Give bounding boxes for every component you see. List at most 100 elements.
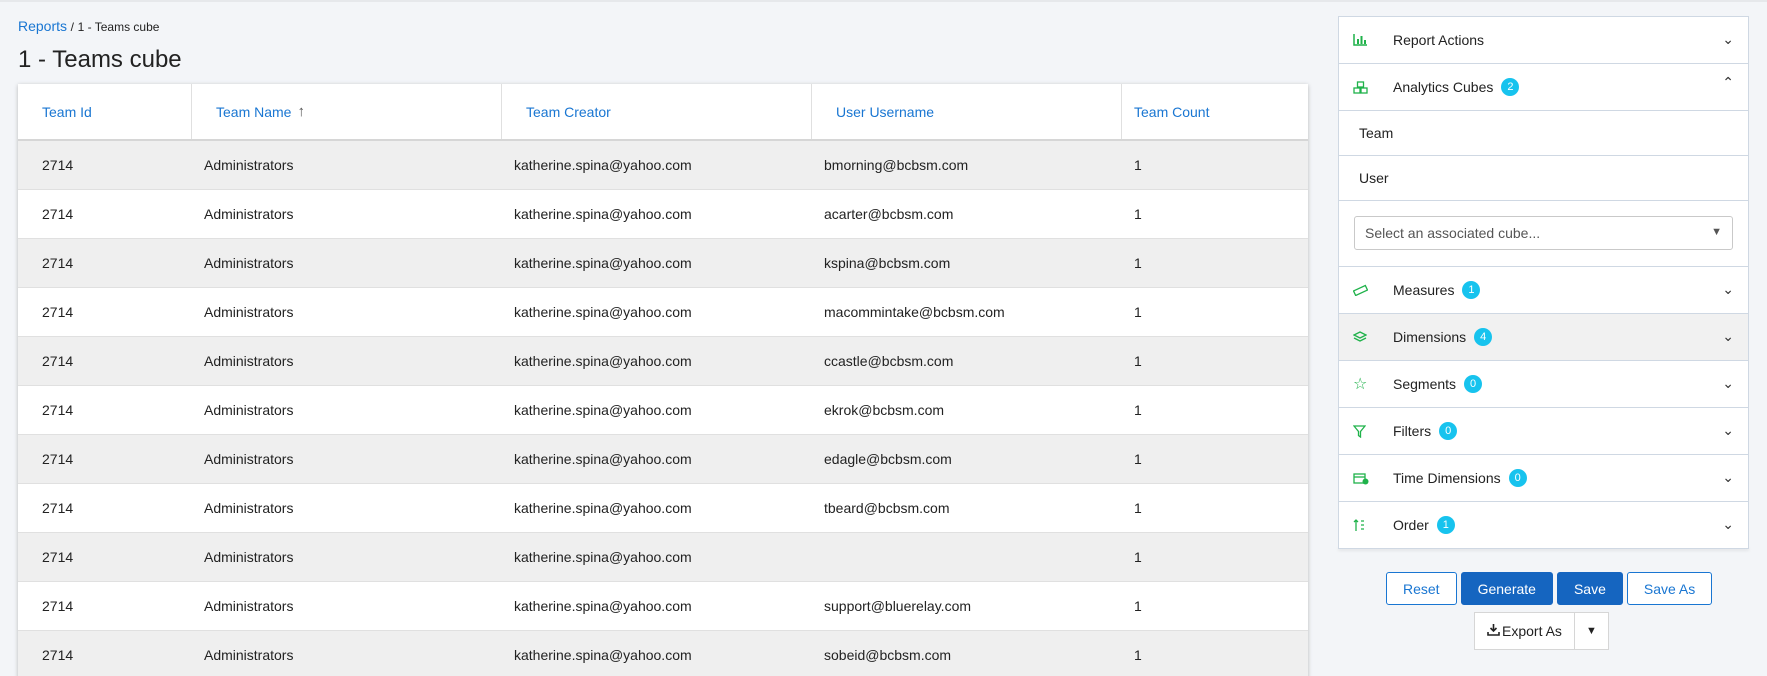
team-count-cell: 1 xyxy=(1134,206,1142,222)
filters-section[interactable]: Filters 0 ⌄ xyxy=(1338,407,1749,454)
team-name-cell: Administrators xyxy=(204,206,294,222)
reset-button[interactable]: Reset xyxy=(1386,572,1457,605)
dimensions-count-badge: 4 xyxy=(1474,328,1493,346)
arrow-up-icon: ↑ xyxy=(297,103,305,120)
export-options-caret[interactable]: ▼ xyxy=(1574,612,1609,650)
team-count-cell: 1 xyxy=(1134,647,1142,663)
results-table: Team Id Team Name ↑ Team Creator User Us… xyxy=(18,84,1308,676)
caret-down-icon: ▼ xyxy=(1585,625,1597,637)
breadcrumb-current: 1 - Teams cube xyxy=(77,20,160,34)
chevron-down-icon: ⌄ xyxy=(1722,422,1734,438)
cube-item-team[interactable]: Team xyxy=(1338,110,1749,155)
column-header-team-id[interactable]: Team Id xyxy=(18,84,192,139)
user-username-cell: edagle@bcbsm.com xyxy=(824,451,952,467)
report-actions-section[interactable]: Report Actions ⌄ xyxy=(1338,16,1749,63)
column-header-team-creator[interactable]: Team Creator xyxy=(502,84,812,139)
team-creator-cell: katherine.spina@yahoo.com xyxy=(514,549,692,565)
measures-section[interactable]: Measures 1 ⌄ xyxy=(1338,266,1749,313)
team-creator-cell: katherine.spina@yahoo.com xyxy=(514,353,692,369)
table-row: 2714 Administrators katherine.spina@yahoo.… xyxy=(18,190,1308,239)
table-row: 2714 Administrators katherine.spina@yahoo.… xyxy=(18,288,1308,337)
order-section[interactable]: Order 1 ⌄ xyxy=(1338,501,1749,548)
column-header-team-count[interactable]: Team Count xyxy=(1122,84,1308,139)
team-name-cell: Administrators xyxy=(204,500,294,516)
table-row: 2714 Administrators katherine.spina@yahoo.… xyxy=(18,631,1308,676)
user-username-cell: sobeid@bcbsm.com xyxy=(824,647,952,663)
team-id-cell: 2714 xyxy=(42,157,74,173)
user-username-cell: ccastle@bcbsm.com xyxy=(824,353,954,369)
dimensions-label: Dimensions xyxy=(1393,329,1467,345)
team-id-cell: 2714 xyxy=(42,549,74,565)
order-count-badge: 1 xyxy=(1436,516,1455,534)
column-header-user-username[interactable]: User Username xyxy=(812,84,1122,139)
team-creator-cell: katherine.spina@yahoo.com xyxy=(514,451,692,467)
team-name-cell: Administrators xyxy=(204,255,294,271)
team-name-cell: Administrators xyxy=(204,451,294,467)
user-username-cell: kspina@bcbsm.com xyxy=(824,255,951,271)
time-dimensions-label: Time Dimensions xyxy=(1393,470,1501,486)
download-icon xyxy=(1487,623,1500,639)
time-dimensions-count-badge: 0 xyxy=(1508,469,1527,487)
analytics-cubes-count-badge: 2 xyxy=(1501,78,1520,96)
report-side-panel: Report Actions ⌄ Analytics Cubes 2 ⌃ Tea… xyxy=(1338,16,1749,549)
filters-label: Filters xyxy=(1393,423,1432,439)
dimensions-section[interactable]: Dimensions 4 ⌄ xyxy=(1338,313,1749,360)
segments-count-badge: 0 xyxy=(1464,375,1483,393)
team-count-cell: 1 xyxy=(1134,157,1142,173)
breadcrumb-reports-link[interactable]: Reports xyxy=(18,18,67,34)
chevron-down-icon: ⌄ xyxy=(1722,375,1734,391)
team-name-cell: Administrators xyxy=(204,157,294,173)
panel-bottom-border xyxy=(1338,548,1749,549)
team-creator-cell: katherine.spina@yahoo.com xyxy=(514,255,692,271)
table-row: 2714 Administrators katherine.spina@yahoo.… xyxy=(18,484,1308,533)
export-as-button[interactable]: Export As xyxy=(1474,612,1575,650)
measures-count-badge: 1 xyxy=(1462,281,1481,299)
chevron-down-icon: ⌄ xyxy=(1722,516,1734,532)
analytics-cubes-section[interactable]: Analytics Cubes 2 ⌃ xyxy=(1338,63,1749,110)
team-count-cell: 1 xyxy=(1134,402,1142,418)
team-id-cell: 2714 xyxy=(42,353,74,369)
ruler-icon xyxy=(1353,284,1375,296)
table-row: 2714 Administrators katherine.spina@yahoo.… xyxy=(18,239,1308,288)
star-icon: ☆ xyxy=(1353,376,1368,393)
chevron-down-icon: ⌄ xyxy=(1722,31,1734,47)
order-label: Order xyxy=(1393,517,1429,533)
chevron-down-icon: ⌄ xyxy=(1722,469,1734,485)
generate-button[interactable]: Generate xyxy=(1460,572,1553,605)
action-button-row: Reset Generate Save Save As xyxy=(1386,572,1713,605)
chevron-down-icon: ⌄ xyxy=(1722,328,1734,344)
team-name-cell: Administrators xyxy=(204,549,294,565)
team-name-cell: Administrators xyxy=(204,598,294,614)
bar-chart-icon xyxy=(1353,34,1375,46)
user-username-cell: macommintake@bcbsm.com xyxy=(824,304,1005,320)
table-row: 2714 Administrators katherine.spina@yahoo.… xyxy=(18,386,1308,435)
team-count-cell: 1 xyxy=(1134,353,1142,369)
table-body: 2714 Administrators katherine.spina@yahoo.… xyxy=(18,141,1308,676)
table-row: 2714 Administrators katherine.spina@yahoo.… xyxy=(18,533,1308,582)
chevron-up-icon: ⌃ xyxy=(1722,74,1734,90)
team-name-cell: Administrators xyxy=(204,402,294,418)
cube-item-user[interactable]: User xyxy=(1338,155,1749,200)
caret-down-icon: ▼ xyxy=(1711,226,1722,238)
team-count-cell: 1 xyxy=(1134,500,1142,516)
segments-section[interactable]: ☆ Segments 0 ⌄ xyxy=(1338,360,1749,407)
team-id-cell: 2714 xyxy=(42,451,74,467)
team-count-cell: 1 xyxy=(1134,549,1142,565)
column-header-team-name[interactable]: Team Name ↑ xyxy=(192,84,502,139)
save-button[interactable]: Save xyxy=(1556,572,1623,605)
table-row: 2714 Administrators katherine.spina@yahoo.… xyxy=(18,141,1308,190)
time-dimensions-section[interactable]: Time Dimensions 0 ⌄ xyxy=(1338,454,1749,501)
team-id-cell: 2714 xyxy=(42,647,74,663)
team-id-cell: 2714 xyxy=(42,255,74,271)
team-id-cell: 2714 xyxy=(42,206,74,222)
report-actions-label: Report Actions xyxy=(1393,32,1485,48)
calendar-clock-icon xyxy=(1353,472,1375,485)
save-as-button[interactable]: Save As xyxy=(1626,572,1713,605)
team-creator-cell: katherine.spina@yahoo.com xyxy=(514,647,692,663)
table-row: 2714 Administrators katherine.spina@yahoo.… xyxy=(18,337,1308,386)
associated-cube-select[interactable]: Select an associated cube... ▼ xyxy=(1354,216,1733,250)
team-count-cell: 1 xyxy=(1134,255,1142,271)
breadcrumb-separator: / xyxy=(70,20,74,34)
team-name-cell: Administrators xyxy=(204,304,294,320)
user-username-cell: tbeard@bcbsm.com xyxy=(824,500,950,516)
